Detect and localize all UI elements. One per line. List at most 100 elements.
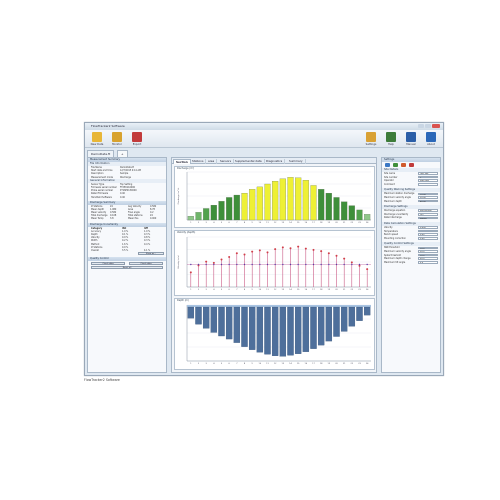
- add-session-tab-button[interactable]: +: [117, 150, 128, 157]
- discharge-tick-label: 6: [229, 222, 231, 224]
- discharge-tick-label: 18: [320, 222, 323, 224]
- discharge-tick-label: 13: [282, 222, 285, 224]
- toolbar-button-label: Manual: [406, 143, 416, 146]
- depth-tick-label: 16: [305, 363, 308, 365]
- toolbar-right-button-3[interactable]: About: [423, 131, 439, 147]
- settings-icon-row: [382, 162, 440, 168]
- depth-tick-label: 11: [266, 363, 269, 365]
- center-tab-3[interactable]: Sensors: [218, 159, 235, 164]
- setting-field[interactable]: 80.00: [418, 199, 438, 203]
- setting-field[interactable]: ISO: [418, 213, 438, 216]
- velocity-midpoint: [243, 263, 246, 266]
- depth-tick-label: 22: [351, 363, 354, 365]
- setting-field[interactable]: 20.0: [418, 250, 438, 253]
- setting-label: Rated discharge: [384, 216, 402, 220]
- image-caption: FlowTracker2 Software: [84, 378, 120, 382]
- center-tab-5[interactable]: Diagnostics: [264, 159, 286, 164]
- velocity-midpoint: [297, 263, 299, 266]
- discharge-uncertainty-table: Category ISO IVE Accuracy 1.0 % 1.0 % Depth 0.1…: [88, 227, 166, 253]
- toolbar-left-button-1[interactable]: Monitor: [109, 131, 125, 147]
- toolbar: New Data Monitor Export Settings Help Manual…: [85, 130, 443, 148]
- qc-settings-list: SNR threshold 10.0 Maximum velocity angle 2…: [382, 246, 440, 264]
- session-tab-file[interactable]: DemoData.ft: [87, 150, 115, 157]
- toolbar-left-button-0[interactable]: New Data: [89, 131, 105, 147]
- setting-field[interactable]: 0.00: [418, 233, 438, 237]
- toolbar-right-button-0[interactable]: Settings: [363, 131, 379, 147]
- discharge-tick-label: 19: [328, 222, 331, 224]
- velocity-midpoint: [305, 263, 307, 266]
- toolbar-icon: [112, 132, 122, 142]
- discharge-bar: [341, 201, 348, 221]
- velocity-midpoint: [289, 263, 292, 266]
- velocity-tick-label: 10: [259, 289, 262, 291]
- setting-field[interactable]: 10.0: [418, 246, 438, 250]
- center-tab-4[interactable]: Supplemental data: [233, 159, 265, 164]
- center-tab-6[interactable]: Summary: [287, 159, 306, 164]
- close-button[interactable]: [432, 124, 440, 128]
- toolbar-right-button-2[interactable]: Manual: [403, 131, 419, 147]
- center-tab-0[interactable]: Section: [173, 159, 191, 164]
- add-icon[interactable]: [393, 163, 398, 167]
- discharge-tick-label: 10: [259, 222, 262, 224]
- depth-tick-label: 5: [221, 363, 223, 365]
- setting-field[interactable]: 0.00: [418, 237, 438, 240]
- setting-label: Comment: [384, 182, 395, 186]
- discharge-bar: [279, 178, 286, 221]
- depth-bar: [302, 306, 310, 352]
- velocity-point: [189, 271, 192, 274]
- velocity-point: [228, 256, 231, 258]
- maximize-button[interactable]: [425, 124, 431, 128]
- summary-cell: Mean Pos: [128, 217, 139, 221]
- save-icon[interactable]: [385, 163, 390, 167]
- general-info-list: Sensor Type Top Setting Firmware serial nu…: [88, 183, 166, 199]
- delete-icon[interactable]: [409, 163, 414, 167]
- setting-field[interactable]: 0.000: [418, 226, 438, 229]
- setting-field[interactable]: Test Site: [418, 172, 438, 175]
- velocity-tick-label: 22: [351, 289, 354, 291]
- discharge-bar: [241, 192, 248, 221]
- depth-tick-label: 12: [274, 363, 277, 365]
- discharge-bar: [287, 177, 294, 221]
- setting-field[interactable]: 10.00: [418, 192, 438, 196]
- setting-field[interactable]: [418, 229, 438, 233]
- discharge-bar: [364, 214, 371, 221]
- velocity-midpoint: [366, 263, 368, 266]
- summary-cell: 3.8: [110, 217, 114, 221]
- velocity-tick-label: 4: [213, 289, 215, 291]
- setting-field[interactable]: 50.0: [418, 257, 438, 260]
- setting-field[interactable]: 1: [418, 175, 438, 179]
- velocity-chart: Velocity (depth) 1 2 3 4 5 6 7 8 9 10 11 12 13 14 15 16…: [174, 230, 375, 296]
- show-as-button[interactable]: Show as...: [138, 252, 164, 256]
- toolbar-right-button-1[interactable]: Help: [383, 131, 399, 147]
- velocity-point: [320, 250, 323, 253]
- discharge-tick-label: 3: [206, 222, 208, 224]
- setting-field[interactable]: 10.0: [418, 253, 438, 257]
- discharge-bar: [325, 192, 332, 221]
- reset-all-button[interactable]: Reset all: [91, 265, 163, 269]
- discharge-bar: [302, 180, 309, 221]
- setting-field[interactable]: Robust: [418, 216, 438, 220]
- setting-field[interactable]: John Doe: [418, 179, 438, 183]
- summary-cell: 0.000: [150, 217, 157, 221]
- velocity-midpoint: [220, 263, 223, 266]
- undo-icon[interactable]: [401, 163, 406, 167]
- setting-field[interactable]: [418, 183, 438, 186]
- velocity-midpoint: [266, 263, 269, 266]
- discharge-bar: [348, 205, 355, 221]
- velocity-tick-label: 13: [282, 289, 285, 291]
- setting-field[interactable]: 5.0: [418, 260, 438, 264]
- velocity-point: [289, 247, 292, 250]
- setting-field[interactable]: 20.00: [418, 196, 438, 199]
- velocity-midpoint: [312, 263, 315, 266]
- velocity-tick-label: 7: [236, 289, 238, 291]
- minimize-button[interactable]: [418, 124, 424, 128]
- left-panel: Measurement Summary File Information Fil…: [87, 157, 167, 373]
- discharge-tick-label: 15: [297, 222, 300, 224]
- toolbar-left-button-2[interactable]: Export: [129, 131, 145, 147]
- uncertainty-button-row: Show as...: [88, 252, 166, 256]
- center-tab-1[interactable]: Stations: [190, 159, 207, 164]
- setting-field[interactable]: Mid Section: [418, 209, 438, 213]
- center-tab-2[interactable]: area: [206, 159, 218, 164]
- setting-label: Maximum depth: [384, 199, 402, 203]
- velocity-tick-label: 15: [297, 289, 300, 291]
